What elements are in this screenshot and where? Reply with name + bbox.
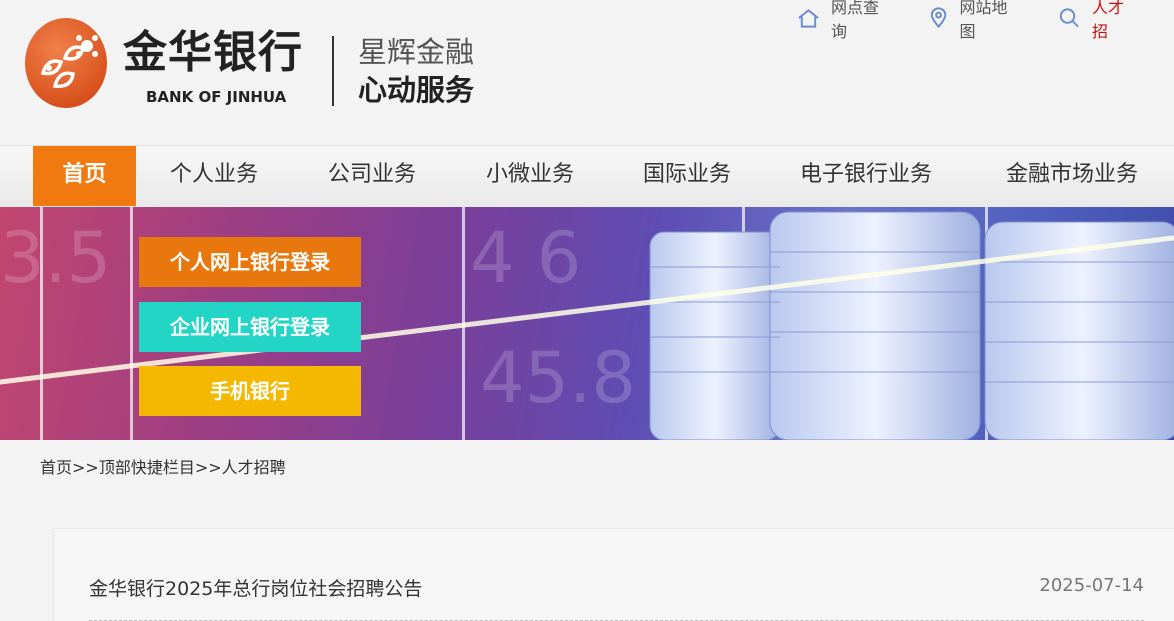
main-nav: 首页 个人业务 公司业务 小微业务 国际业务 电子银行业务 金融市场业务 (0, 145, 1174, 207)
mobile-banking-button[interactable]: 手机银行 (139, 366, 361, 416)
breadcrumb-separator: >> (72, 458, 99, 477)
search-person-icon (1059, 8, 1079, 28)
nav-item-home[interactable]: 首页 (33, 146, 136, 206)
coin-stack-image (649, 211, 1174, 440)
breadcrumb-quick-links[interactable]: 顶部快捷栏目 (99, 458, 195, 477)
breadcrumb-home[interactable]: 首页 (40, 458, 72, 477)
nav-item-e-banking[interactable]: 电子银行业务 (800, 146, 932, 208)
toplink-label: 网点查询 (830, 0, 879, 41)
site-header: 金华银行 BANK OF JINHUA 星辉金融 心动服务 网点查询 网站地图 … (0, 0, 1174, 145)
nav-item-financial-markets[interactable]: 金融市场业务 (1006, 146, 1138, 208)
hero-banner: 3.5 4 6 45.8 个人网上银行登录 企业网上银行登录 手机银行 (0, 207, 1174, 440)
home-icon (798, 9, 819, 28)
news-title[interactable]: 金华银行2025年总行岗位社会招聘公告 (89, 574, 422, 601)
list-item[interactable]: 金华银行2025年总行岗位社会招聘公告 2025-07-14 (89, 569, 1144, 621)
banner-decoration (130, 207, 133, 440)
bank-logo-icon[interactable] (25, 18, 107, 108)
slogan-line2: 心动服务 (358, 73, 475, 107)
banner-decoration: 4 6 (470, 217, 582, 299)
breadcrumb-separator: >> (194, 458, 222, 477)
breadcrumb: 首页>>顶部快捷栏目>>人才招聘 (40, 454, 286, 478)
banner-decoration: 45.8 (480, 337, 636, 419)
top-links: 网点查询 网站地图 人才招 (796, 0, 1174, 42)
banner-decoration: 3.5 (0, 217, 112, 299)
logo-divider (332, 36, 334, 106)
bank-name-cn: 金华银行 (123, 27, 303, 78)
toplink-label: 网站地图 (959, 0, 1008, 41)
nav-item-corporate[interactable]: 公司业务 (328, 146, 416, 208)
nav-item-international[interactable]: 国际业务 (643, 146, 731, 208)
slogan-line1: 星辉金融 (358, 35, 475, 69)
breadcrumb-current[interactable]: 人才招聘 (222, 458, 286, 477)
toplink-label: 人才招 (1091, 0, 1124, 41)
corporate-ebank-login-button[interactable]: 企业网上银行登录 (139, 302, 361, 352)
toplink-branch-query[interactable]: 网点查询 (796, 0, 892, 42)
news-date: 2025-07-14 (1039, 575, 1144, 596)
banner-decoration (40, 207, 43, 440)
personal-ebank-login-button[interactable]: 个人网上银行登录 (139, 237, 361, 287)
nav-item-small-business[interactable]: 小微业务 (486, 146, 574, 208)
bank-name-en: BANK OF JINHUA (146, 88, 287, 106)
location-pin-icon (931, 7, 947, 29)
nav-item-personal[interactable]: 个人业务 (170, 146, 258, 208)
toplink-sitemap[interactable]: 网站地图 (928, 0, 1021, 42)
news-panel: 金华银行2025年总行岗位社会招聘公告 2025-07-14 (53, 528, 1174, 621)
toplink-recruitment[interactable]: 人才招 (1057, 0, 1138, 42)
